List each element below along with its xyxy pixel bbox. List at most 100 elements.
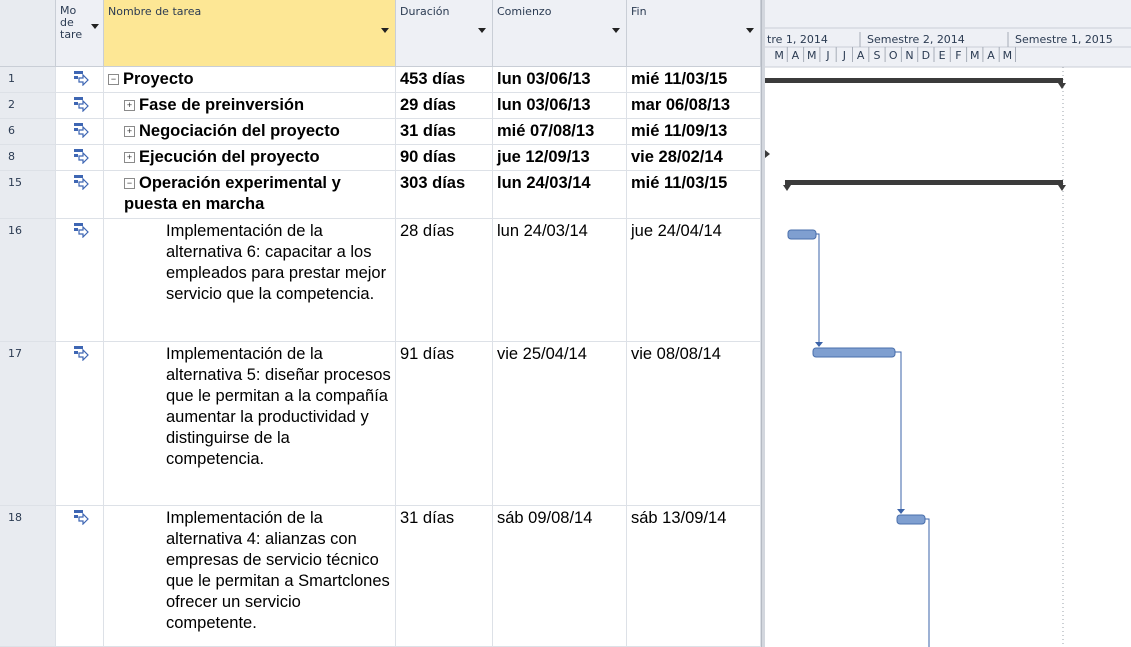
timescale-month-label: S xyxy=(873,49,880,62)
summary-bar-operacion[interactable] xyxy=(785,180,1063,185)
column-header-task-name[interactable]: Nombre de tarea xyxy=(104,0,396,67)
finish-cell[interactable]: vie 28/02/14 xyxy=(627,145,761,171)
finish-cell[interactable]: jue 24/04/14 xyxy=(627,219,761,342)
task-mode-cell[interactable] xyxy=(56,93,104,119)
finish-text: mié 11/03/15 xyxy=(631,174,728,192)
start-cell[interactable]: lun 24/03/14 xyxy=(493,219,627,342)
column-header-start[interactable]: Comienzo xyxy=(493,0,627,67)
select-all-corner[interactable] xyxy=(0,0,56,67)
task-bar-18[interactable] xyxy=(896,514,926,525)
task-name-cell[interactable]: − Operación experimental y puesta en marc… xyxy=(104,171,396,219)
column-header-duration[interactable]: Duración xyxy=(396,0,493,67)
start-cell[interactable]: lun 03/06/13 xyxy=(493,93,627,119)
row-id-cell[interactable]: 16 xyxy=(0,219,56,342)
task-row[interactable]: 16 Implementación de la alternativa 6: ca… xyxy=(0,219,761,342)
duration-cell[interactable]: 90 días xyxy=(396,145,493,171)
task-mode-cell[interactable] xyxy=(56,119,104,145)
row-id-cell[interactable]: 2 xyxy=(0,93,56,119)
duration-filter-dropdown-icon[interactable] xyxy=(478,28,486,33)
start-cell[interactable]: sáb 09/08/14 xyxy=(493,506,627,647)
dependency-arrow xyxy=(815,342,823,347)
task-name-header-label: Nombre de tarea xyxy=(108,5,202,18)
task-row[interactable]: 2 + Fase de preinversión 29 días lun 03/06/1… xyxy=(0,93,761,119)
duration-cell[interactable]: 91 días xyxy=(396,342,493,506)
task-row[interactable]: 1 − Proyecto 453 días lun 03/06/13 mié 11/03/… xyxy=(0,67,761,93)
task-name-cell[interactable]: − Proyecto xyxy=(104,67,396,93)
task-row[interactable]: 15 − Operación experimental y puesta en ma… xyxy=(0,171,761,219)
duration-text: 31 días xyxy=(400,122,456,140)
task-name-cell[interactable]: + Ejecución del proyecto xyxy=(104,145,396,171)
duration-cell[interactable]: 29 días xyxy=(396,93,493,119)
column-header-finish[interactable]: Fin xyxy=(627,0,761,67)
start-cell[interactable]: lun 03/06/13 xyxy=(493,67,627,93)
duration-cell[interactable]: 453 días xyxy=(396,67,493,93)
plus-box-icon[interactable]: + xyxy=(124,126,135,137)
row-id-cell[interactable]: 17 xyxy=(0,342,56,506)
task-mode-cell[interactable] xyxy=(56,67,104,93)
dependency-arrow xyxy=(897,509,905,514)
row-id-cell[interactable]: 15 xyxy=(0,171,56,219)
row-id-cell[interactable]: 1 xyxy=(0,67,56,93)
task-name-cell[interactable]: Implementación de la alternativa 4: alia… xyxy=(104,506,396,647)
task-name-text: Implementación de la alternativa 5: dise… xyxy=(166,345,391,468)
minus-box-icon[interactable]: − xyxy=(124,178,135,189)
finish-cell[interactable]: mié 11/03/15 xyxy=(627,67,761,93)
duration-cell[interactable]: 31 días xyxy=(396,119,493,145)
start-cell[interactable]: vie 25/04/14 xyxy=(493,342,627,506)
task-row[interactable]: 6 + Negociación del proyecto 31 días mié 07/… xyxy=(0,119,761,145)
minus-box-icon[interactable]: − xyxy=(108,74,119,85)
start-text: lun 03/06/13 xyxy=(497,96,591,114)
timescale-month-label: A xyxy=(792,49,800,62)
task-sheet: Mo de tare Nombre de tarea Duración Comi… xyxy=(0,0,761,647)
row-id-text: 1 xyxy=(8,72,15,85)
mode-filter-dropdown-icon[interactable] xyxy=(91,24,99,29)
task-row[interactable]: 18 Implementación de la alternativa 4: al… xyxy=(0,506,761,647)
finish-header-label: Fin xyxy=(631,5,647,18)
row-id-cell[interactable]: 8 xyxy=(0,145,56,171)
task-bar-16[interactable] xyxy=(787,229,817,240)
row-id-text: 8 xyxy=(8,150,15,163)
start-text: lun 24/03/14 xyxy=(497,222,588,240)
auto-scheduled-task-icon xyxy=(73,175,89,191)
row-id-text: 16 xyxy=(8,224,22,237)
task-mode-cell[interactable] xyxy=(56,506,104,647)
start-cell[interactable]: jue 12/09/13 xyxy=(493,145,627,171)
finish-cell[interactable]: mié 11/03/15 xyxy=(627,171,761,219)
row-id-cell[interactable]: 18 xyxy=(0,506,56,647)
plus-box-icon[interactable]: + xyxy=(124,100,135,111)
duration-cell[interactable]: 28 días xyxy=(396,219,493,342)
task-mode-cell[interactable] xyxy=(56,171,104,219)
row-id-text: 15 xyxy=(8,176,22,189)
timescale-period-label: Semestre 1, 2015 xyxy=(1015,33,1113,46)
task-name-cell[interactable]: + Negociación del proyecto xyxy=(104,119,396,145)
task-row[interactable]: 17 Implementación de la alternativa 5: di… xyxy=(0,342,761,506)
summary-bar-ejecucion-end xyxy=(765,150,770,158)
task-name-filter-dropdown-icon[interactable] xyxy=(381,28,389,33)
start-filter-dropdown-icon[interactable] xyxy=(612,28,620,33)
timescale-month-label: M xyxy=(774,49,784,62)
task-name-text: Implementación de la alternativa 6: capa… xyxy=(166,222,387,303)
column-header-mode[interactable]: Mo de tare xyxy=(56,0,104,67)
task-name-cell[interactable]: Implementación de la alternativa 5: dise… xyxy=(104,342,396,506)
start-cell[interactable]: mié 07/08/13 xyxy=(493,119,627,145)
finish-text: mié 11/09/13 xyxy=(631,122,728,140)
summary-bar-proyecto[interactable] xyxy=(765,78,1063,83)
finish-cell[interactable]: mar 06/08/13 xyxy=(627,93,761,119)
finish-filter-dropdown-icon[interactable] xyxy=(746,28,754,33)
finish-cell[interactable]: vie 08/08/14 xyxy=(627,342,761,506)
auto-scheduled-task-icon xyxy=(73,223,89,239)
duration-cell[interactable]: 303 días xyxy=(396,171,493,219)
task-name-cell[interactable]: Implementación de la alternativa 6: capa… xyxy=(104,219,396,342)
plus-box-icon[interactable]: + xyxy=(124,152,135,163)
finish-cell[interactable]: sáb 13/09/14 xyxy=(627,506,761,647)
duration-cell[interactable]: 31 días xyxy=(396,506,493,647)
task-bar-17[interactable] xyxy=(812,347,896,358)
task-name-cell[interactable]: + Fase de preinversión xyxy=(104,93,396,119)
finish-cell[interactable]: mié 11/09/13 xyxy=(627,119,761,145)
task-mode-cell[interactable] xyxy=(56,145,104,171)
start-cell[interactable]: lun 24/03/14 xyxy=(493,171,627,219)
task-mode-cell[interactable] xyxy=(56,342,104,506)
task-row[interactable]: 8 + Ejecución del proyecto 90 días jue 12/09… xyxy=(0,145,761,171)
task-mode-cell[interactable] xyxy=(56,219,104,342)
row-id-cell[interactable]: 6 xyxy=(0,119,56,145)
